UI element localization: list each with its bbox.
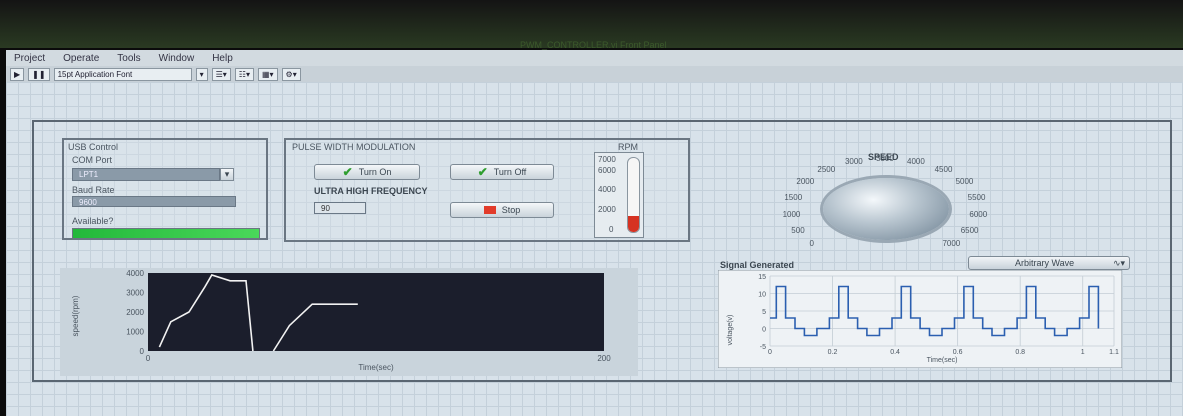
run-arrow-icon[interactable]: ▶ [10,67,25,81]
usb-control-title: USB Control [68,142,119,152]
com-port-value: LPT1 [79,170,99,179]
window-titlebar: PWM_CONTROLLER.vi Front Panel [0,0,1183,50]
pwm-title: PULSE WIDTH MODULATION [292,142,416,152]
turn-off-label: Turn Off [493,167,527,177]
signal-x-tick: 0.2 [828,349,838,356]
rpm-tube [627,157,640,233]
stop-icon [483,206,496,214]
signal-x-tick: 1.1 [1109,349,1119,356]
rpm-title: RPM [618,142,638,152]
speed-knob[interactable] [823,178,949,240]
baud-rate-value: 9600 [79,198,97,207]
rpm-fill [628,216,639,232]
wave-dropdown-icon: ∿▾ [1112,258,1125,268]
menu-project[interactable]: Project [14,53,45,64]
speed-y-tick: 3000 [126,289,144,298]
stop-button[interactable]: Stop [450,202,554,218]
signal-chart: voltage(v) Time(sec) 151050-5 0 0.2 0.4 0.6… [718,270,1122,368]
speed-scale-tick: 5000 [955,177,974,187]
reorder-icon[interactable]: ⚙▾ [281,67,301,81]
menu-tools[interactable]: Tools [117,53,140,64]
baud-rate-field[interactable]: 9600 [72,196,236,207]
speed-y-tick: 4000 [126,269,144,278]
signal-y-label: voltage(v) [727,315,734,346]
speed-scale-tick: 2500 [817,164,836,174]
turn-off-button[interactable]: ✔ Turn Off [450,164,554,180]
com-port-dropdown-icon[interactable]: ▾ [220,168,234,181]
uhf-input[interactable]: 90 [314,202,366,214]
signal-x-tick: 1 [1081,349,1085,356]
speed-scale-tick: 3500 [876,154,894,163]
signal-x-tick: 0 [768,349,772,356]
speed-y-tick: 1000 [126,328,144,337]
signal-y-tick: -5 [760,344,766,351]
uhf-value: 90 [321,204,330,213]
available-label: Available? [72,216,114,226]
signal-x-label: Time(sec) [927,357,958,364]
speed-y-label: speed(rpm) [71,295,80,336]
speed-scale-tick: 2000 [796,177,815,187]
speed-x-tick: 200 [597,354,611,363]
signal-y-tick: 10 [758,292,766,299]
menu-help[interactable]: Help [212,53,233,64]
signal-x-tick: 0.8 [1015,349,1025,356]
font-select[interactable]: 15pt Application Font [53,67,192,81]
stop-label: Stop [501,205,521,215]
toolbar: ▶ ❚❚ 15pt Application Font ▾ ☰▾ ☷▾ ▦▾ ⚙▾ [6,66,1183,82]
rpm-tick: 0 [609,225,614,234]
rpm-tick: 7000 [598,155,616,164]
signal-title: Signal Generated [720,260,795,270]
speed-scale-tick: 6000 [969,209,988,219]
menu-bar: Project Operate Tools Window Help [6,50,1183,66]
signal-y-tick: 15 [758,274,766,281]
turn-on-button[interactable]: ✔ Turn On [314,164,420,180]
speed-x-tick: 0 [146,354,151,363]
pause-icon[interactable]: ❚❚ [28,67,50,81]
distribute-icon[interactable]: ☷▾ [234,67,254,81]
speed-scale-tick: 5500 [967,192,986,202]
speed-scale-tick: 1000 [782,209,801,219]
menu-operate[interactable]: Operate [63,53,99,64]
check-icon: ✔ [477,165,488,179]
wave-selector[interactable]: Arbitrary Wave ∿▾ [968,256,1130,270]
check-icon: ✔ [342,165,353,179]
available-indicator [72,228,260,239]
speed-scale-tick: 4500 [934,164,953,174]
speed-scale-tick: 0 [809,239,814,249]
speed-y-tick: 2000 [126,308,144,317]
com-port-field[interactable]: LPT1 [72,168,220,181]
speed-scale-tick: 500 [791,225,805,235]
rpm-gauge: 7000 6000 4000 2000 0 [594,152,644,238]
signal-x-tick: 0.4 [890,349,900,356]
rpm-tick: 2000 [598,205,616,214]
speed-y-tick: 0 [140,347,145,356]
speed-scale-tick: 6500 [960,225,979,235]
pwm-panel: PULSE WIDTH MODULATION ✔ Turn On ✔ Turn … [284,138,690,242]
com-port-label: COM Port [72,155,113,165]
menu-window[interactable]: Window [159,53,195,64]
baud-rate-label: Baud Rate [72,185,115,195]
signal-x-tick: 0.6 [953,349,963,356]
font-dropdown-icon[interactable]: ▾ [195,67,208,81]
speed-scale-tick: 1500 [784,192,803,202]
signal-y-tick: 0 [762,327,766,334]
speed-scale-tick: 3000 [844,156,863,166]
speed-x-label: Time(sec) [358,363,394,372]
wave-selector-label: Arbitrary Wave [1015,258,1075,268]
speed-chart: speed(rpm) Time(sec) 4000 3000 2000 1000 0 0… [60,268,638,376]
window-title: PWM_CONTROLLER.vi Front Panel [520,40,667,50]
usb-control-panel: USB Control COM Port LPT1 ▾ Baud Rate 96… [62,138,268,240]
signal-y-tick: 5 [762,309,766,316]
uhf-label: ULTRA HIGH FREQUENCY [314,186,428,196]
rpm-tick: 6000 [598,166,616,175]
align-icon[interactable]: ☰▾ [211,67,231,81]
speed-scale-tick: 4000 [907,156,925,166]
rpm-tick: 4000 [598,185,616,194]
turn-on-label: Turn On [358,167,392,177]
speed-plot-area [148,273,604,351]
speed-scale-tick: 7000 [942,239,961,249]
resize-icon[interactable]: ▦▾ [257,67,278,81]
